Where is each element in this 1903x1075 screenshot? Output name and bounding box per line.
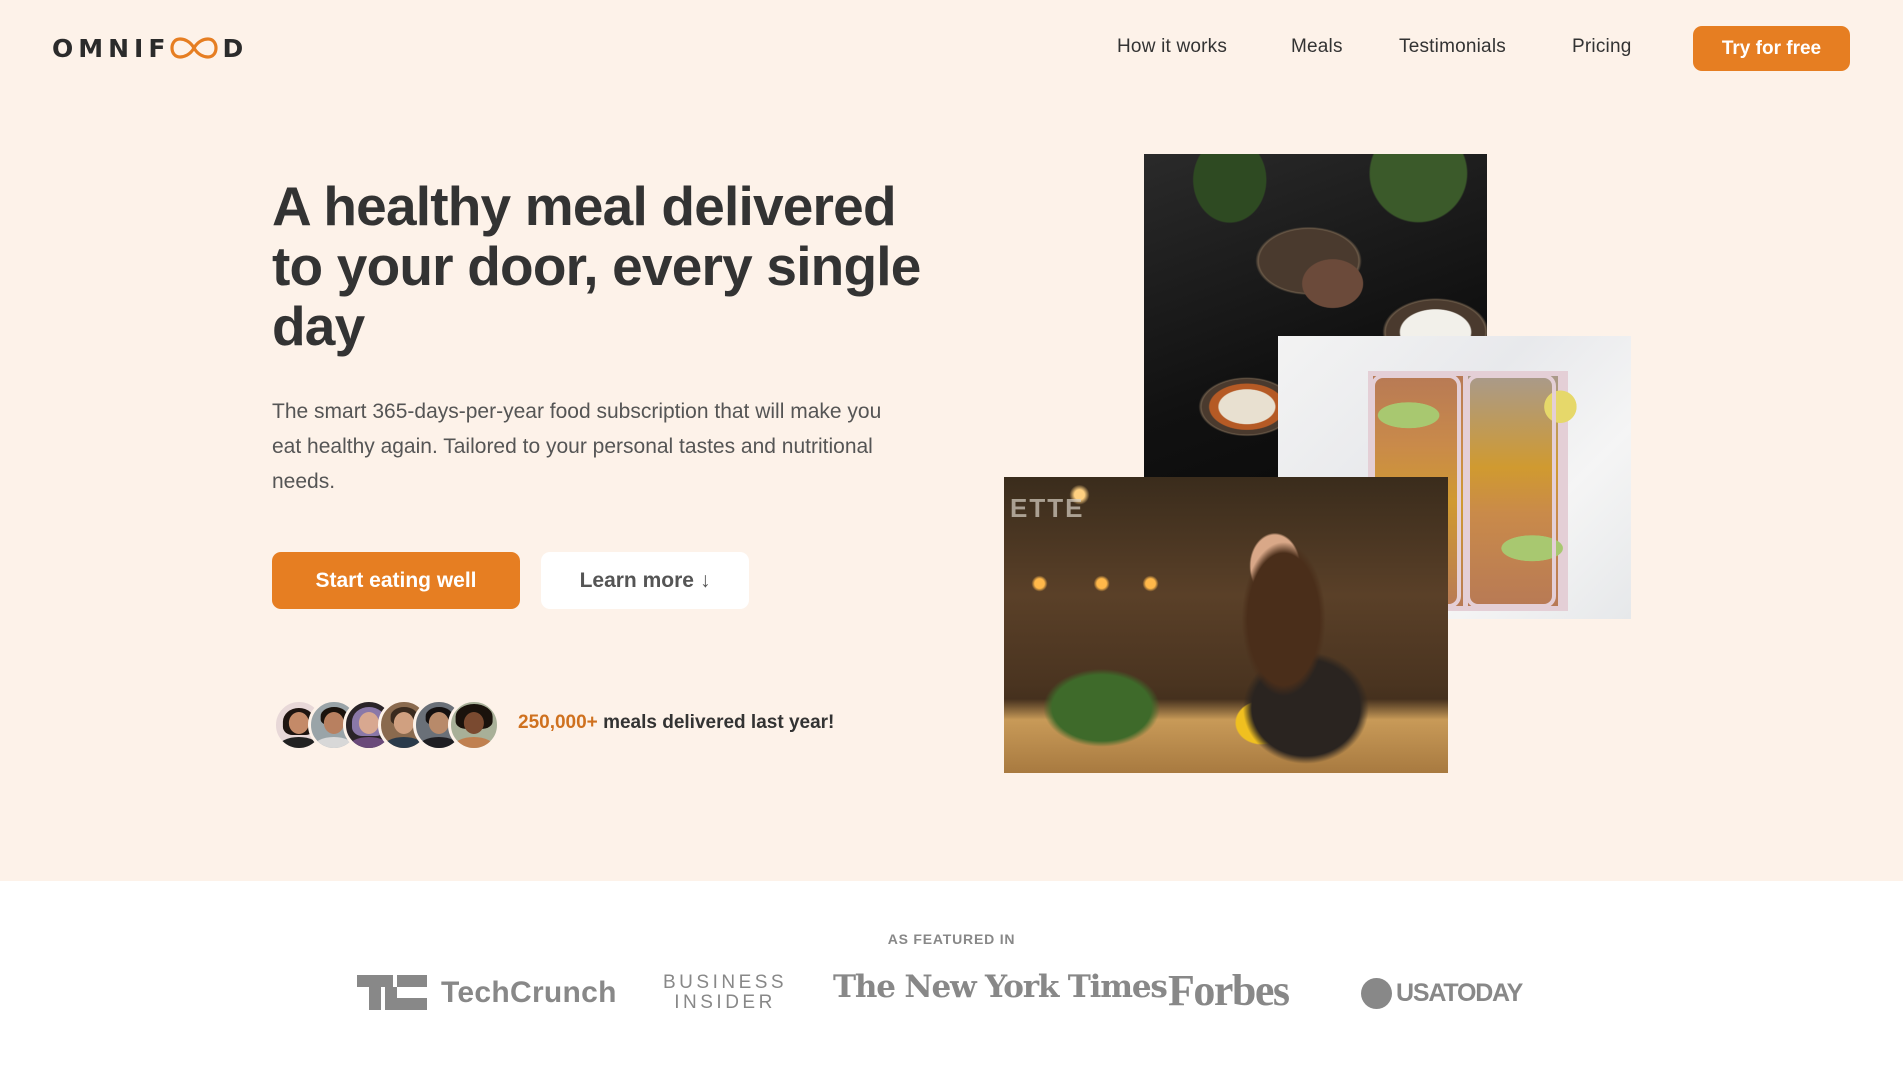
techcrunch-logo: TechCrunch [357, 975, 617, 1010]
customer-avatar [448, 699, 500, 751]
usa-today-wordmark: USATODAY [1396, 978, 1523, 1007]
business-insider-line1: BUSINESS [663, 972, 788, 993]
nav-link-how-it-works[interactable]: How it works [1117, 36, 1227, 58]
techcrunch-icon [357, 975, 427, 1010]
start-eating-well-button[interactable]: Start eating well [272, 552, 520, 609]
customer-avatars [273, 699, 503, 751]
nav-link-meals[interactable]: Meals [1291, 36, 1343, 58]
business-insider-logo: BUSINESS INSIDER [663, 973, 787, 1013]
omnifood-logo[interactable]: OMNIF D [52, 33, 249, 63]
learn-more-label: Learn more [579, 568, 694, 592]
techcrunch-wordmark: TechCrunch [441, 975, 617, 1009]
logo-text-prefix: OMNIF [52, 33, 171, 63]
hero-title: A healthy meal delivered to your door, e… [272, 175, 921, 357]
learn-more-button[interactable]: Learn more ↓ [541, 552, 749, 609]
usa-today-logo: USATODAY [1361, 977, 1523, 1009]
infinity-icon [170, 36, 219, 60]
usa-today-circle-icon [1361, 977, 1392, 1009]
logo-text-suffix: D [222, 33, 249, 63]
restaurant-sign-text: ETTE [1010, 493, 1085, 523]
business-insider-line2: INSIDER [674, 992, 776, 1013]
try-for-free-button[interactable]: Try for free [1693, 26, 1850, 71]
hero-image-woman-eating: ETTE [1004, 477, 1448, 773]
meals-delivered-stat: 250,000+ meals delivered last year! [518, 712, 834, 734]
hero-description: The smart 365-days-per-year food subscri… [272, 400, 882, 493]
lunchbox-compartment [1466, 374, 1556, 608]
meals-delivered-count: 250,000+ [518, 712, 598, 733]
forbes-logo: Forbes [1168, 966, 1290, 1015]
meals-delivered-label: meals delivered last year! [603, 712, 835, 733]
nav-link-testimonials[interactable]: Testimonials [1399, 36, 1506, 58]
arrow-down-icon: ↓ [699, 568, 711, 592]
new-york-times-logo: The New York Times [833, 969, 1168, 1005]
nav-link-pricing[interactable]: Pricing [1572, 36, 1631, 58]
featured-in-heading: AS FEATURED IN [887, 931, 1016, 947]
